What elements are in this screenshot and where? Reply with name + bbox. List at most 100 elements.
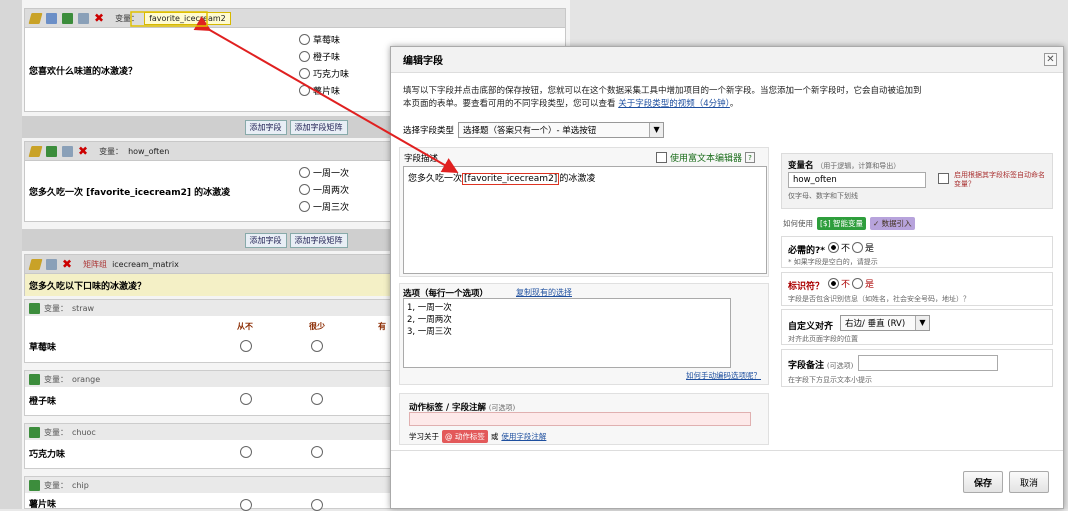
field-toolbar: ✖ 变量： favorite_icecream2 xyxy=(25,9,565,28)
radio-button[interactable] xyxy=(299,85,310,96)
alignment-select[interactable]: 右边/ 垂直 (RV) ▼ xyxy=(840,315,930,331)
field-type-select[interactable]: 选择题（答案只有一个）- 单选按钮 ▼ xyxy=(458,122,665,138)
add-matrix-button[interactable]: 添加字段矩阵 xyxy=(289,119,348,135)
identifier-options: 不 是 xyxy=(828,277,874,290)
radio-button[interactable] xyxy=(299,167,310,178)
action-tags-button[interactable]: @ 动作标签 xyxy=(442,430,488,443)
required-panel: 必需的?* 不 是 * 如果字段是空白的，请提示 xyxy=(781,236,1053,268)
move-icon[interactable] xyxy=(62,145,73,157)
column-header: 有 xyxy=(378,322,386,331)
question-text: 您喜欢什么味道的冰激凌？ xyxy=(29,67,138,77)
required-title: 必需的?* xyxy=(788,246,825,256)
chevron-down-icon: ▼ xyxy=(915,316,929,330)
radio-button[interactable] xyxy=(311,393,323,405)
help-icon[interactable]: ? xyxy=(745,152,756,163)
action-tags-help: 学习关于 @ 动作标签 或 使用字段注解 xyxy=(409,430,547,443)
field-note-input[interactable] xyxy=(858,355,998,371)
field-annotation-link[interactable]: 使用字段注解 xyxy=(501,431,546,442)
rich-text-toggle[interactable]: 使用富文本编辑器 ? xyxy=(656,151,756,164)
option[interactable]: 一周两次 xyxy=(299,181,349,198)
smart-variables-button[interactable]: [$] 智能变量 xyxy=(817,217,867,230)
variable-name-title: 变量名 xyxy=(788,161,814,171)
identifier-panel: 标识符？ 不 是 字段是否包含识别信息（如姓名，社会安全号码，地址）？ xyxy=(781,272,1053,306)
delete-icon[interactable]: ✖ xyxy=(78,145,88,157)
option[interactable]: 草莓味 xyxy=(299,31,349,48)
variable-name: chip xyxy=(72,480,89,490)
manual-codes-link[interactable]: 如何手动编码选项呢？ xyxy=(686,370,761,381)
alignment-hint: 对齐此页面字段的位置 xyxy=(788,335,858,343)
edit-icon[interactable] xyxy=(28,258,43,270)
radio-button[interactable] xyxy=(311,340,323,352)
identifier-no-radio[interactable] xyxy=(828,278,839,289)
branching-logic-icon[interactable] xyxy=(29,479,40,491)
edit-icon[interactable] xyxy=(28,12,43,24)
radio-button[interactable] xyxy=(299,51,310,62)
option[interactable]: 一周三次 xyxy=(299,198,349,215)
option[interactable]: 巧克力味 xyxy=(299,65,349,82)
copy-icon[interactable] xyxy=(46,12,57,24)
edit-icon[interactable] xyxy=(28,145,43,157)
save-button[interactable]: 保存 xyxy=(963,471,1003,493)
radio-button[interactable] xyxy=(240,340,252,352)
variable-name-input[interactable]: how_often xyxy=(788,172,926,188)
identifier-hint: 字段是否包含识别信息（如姓名，社会安全号码，地址）？ xyxy=(788,295,970,303)
alignment-panel: 自定义对齐 右边/ 垂直 (RV) ▼ 对齐此页面字段的位置 xyxy=(781,309,1053,345)
option[interactable]: 薯片味 xyxy=(299,82,349,99)
move-icon[interactable] xyxy=(78,12,89,24)
field-label-title: 字段描述 xyxy=(404,154,439,164)
option[interactable]: 橙子味 xyxy=(299,48,349,65)
copy-choices-link[interactable]: 复制现有的选择 xyxy=(516,287,572,298)
required-no-radio[interactable] xyxy=(828,242,839,253)
variable-name: chuoc xyxy=(72,427,96,437)
option[interactable]: 一周一次 xyxy=(299,164,349,181)
piping-button[interactable]: ✓ 数据引入 xyxy=(870,217,915,230)
radio-button[interactable] xyxy=(311,499,323,511)
cancel-button[interactable]: 取消 xyxy=(1009,471,1049,493)
choices-textarea[interactable]: 1, 一周一次 2, 一周两次 3, 一周三次 xyxy=(403,298,731,368)
add-field-button[interactable]: 添加字段 xyxy=(244,232,287,248)
action-tags-input[interactable] xyxy=(409,412,751,426)
auto-name-label: 启用根据其字段标签自动命名变量？ xyxy=(954,171,1045,188)
auto-name-checkbox[interactable] xyxy=(938,173,949,184)
field-note-title: 字段备注 (可选项) xyxy=(788,361,854,371)
variable-label: 变量： xyxy=(44,427,68,437)
row-label: 巧克力味 xyxy=(29,450,66,460)
add-matrix-button[interactable]: 添加字段矩阵 xyxy=(289,232,348,248)
identifier-yes-radio[interactable] xyxy=(852,278,864,289)
radio-button[interactable] xyxy=(299,68,310,79)
branching-logic-icon[interactable] xyxy=(46,145,57,157)
field-label-textarea[interactable]: 您多久吃一次 [favorite_icecream2] 的冰激凌 xyxy=(403,166,767,274)
variable-name: favorite_icecream2 xyxy=(144,11,231,25)
field-types-video-link[interactable]: 关于字段类型的视频（4分钟） xyxy=(618,99,730,109)
radio-button[interactable] xyxy=(240,393,252,405)
move-icon[interactable] xyxy=(46,258,57,270)
field-label-panel: 字段描述 使用富文本编辑器 ? 您多久吃一次 [favorite_icecream… xyxy=(399,147,769,277)
radio-button[interactable] xyxy=(311,446,323,458)
question-text: 您多久吃一次 [favorite_icecream2] 的冰激凌 xyxy=(29,188,231,198)
piped-variable-highlight: [favorite_icecream2] xyxy=(462,173,560,185)
matrix-label: 矩阵组 xyxy=(83,259,108,269)
branching-logic-icon[interactable] xyxy=(29,373,40,385)
delete-icon[interactable]: ✖ xyxy=(62,258,72,270)
delete-icon[interactable]: ✖ xyxy=(94,12,104,24)
rich-text-checkbox[interactable] xyxy=(656,152,667,163)
variable-name-rule: 仅字母、数字和下划线 xyxy=(788,192,858,200)
radio-button[interactable] xyxy=(299,34,310,45)
branching-logic-icon[interactable] xyxy=(29,302,40,314)
row-label: 草莓味 xyxy=(29,343,57,353)
required-yes-radio[interactable] xyxy=(852,242,864,253)
variable-name: straw xyxy=(72,303,95,313)
action-tags-panel: 动作标签 / 字段注解 (可选项) 学习关于 @ 动作标签 或 使用字段注解 xyxy=(399,393,769,445)
radio-button[interactable] xyxy=(299,201,310,212)
branching-logic-icon[interactable] xyxy=(29,426,40,438)
row-label: 薯片味 xyxy=(29,500,57,510)
how-to-use-row: 如何使用 [$] 智能变量 ✓ 数据引入 xyxy=(783,217,915,230)
radio-button[interactable] xyxy=(240,499,252,511)
chevron-down-icon: ▼ xyxy=(649,123,664,137)
branching-logic-icon[interactable] xyxy=(62,12,73,24)
add-field-button[interactable]: 添加字段 xyxy=(244,119,287,135)
close-icon[interactable]: ✕ xyxy=(1044,53,1057,66)
radio-button[interactable] xyxy=(299,184,310,195)
radio-button[interactable] xyxy=(240,446,252,458)
left-gutter xyxy=(0,0,22,509)
